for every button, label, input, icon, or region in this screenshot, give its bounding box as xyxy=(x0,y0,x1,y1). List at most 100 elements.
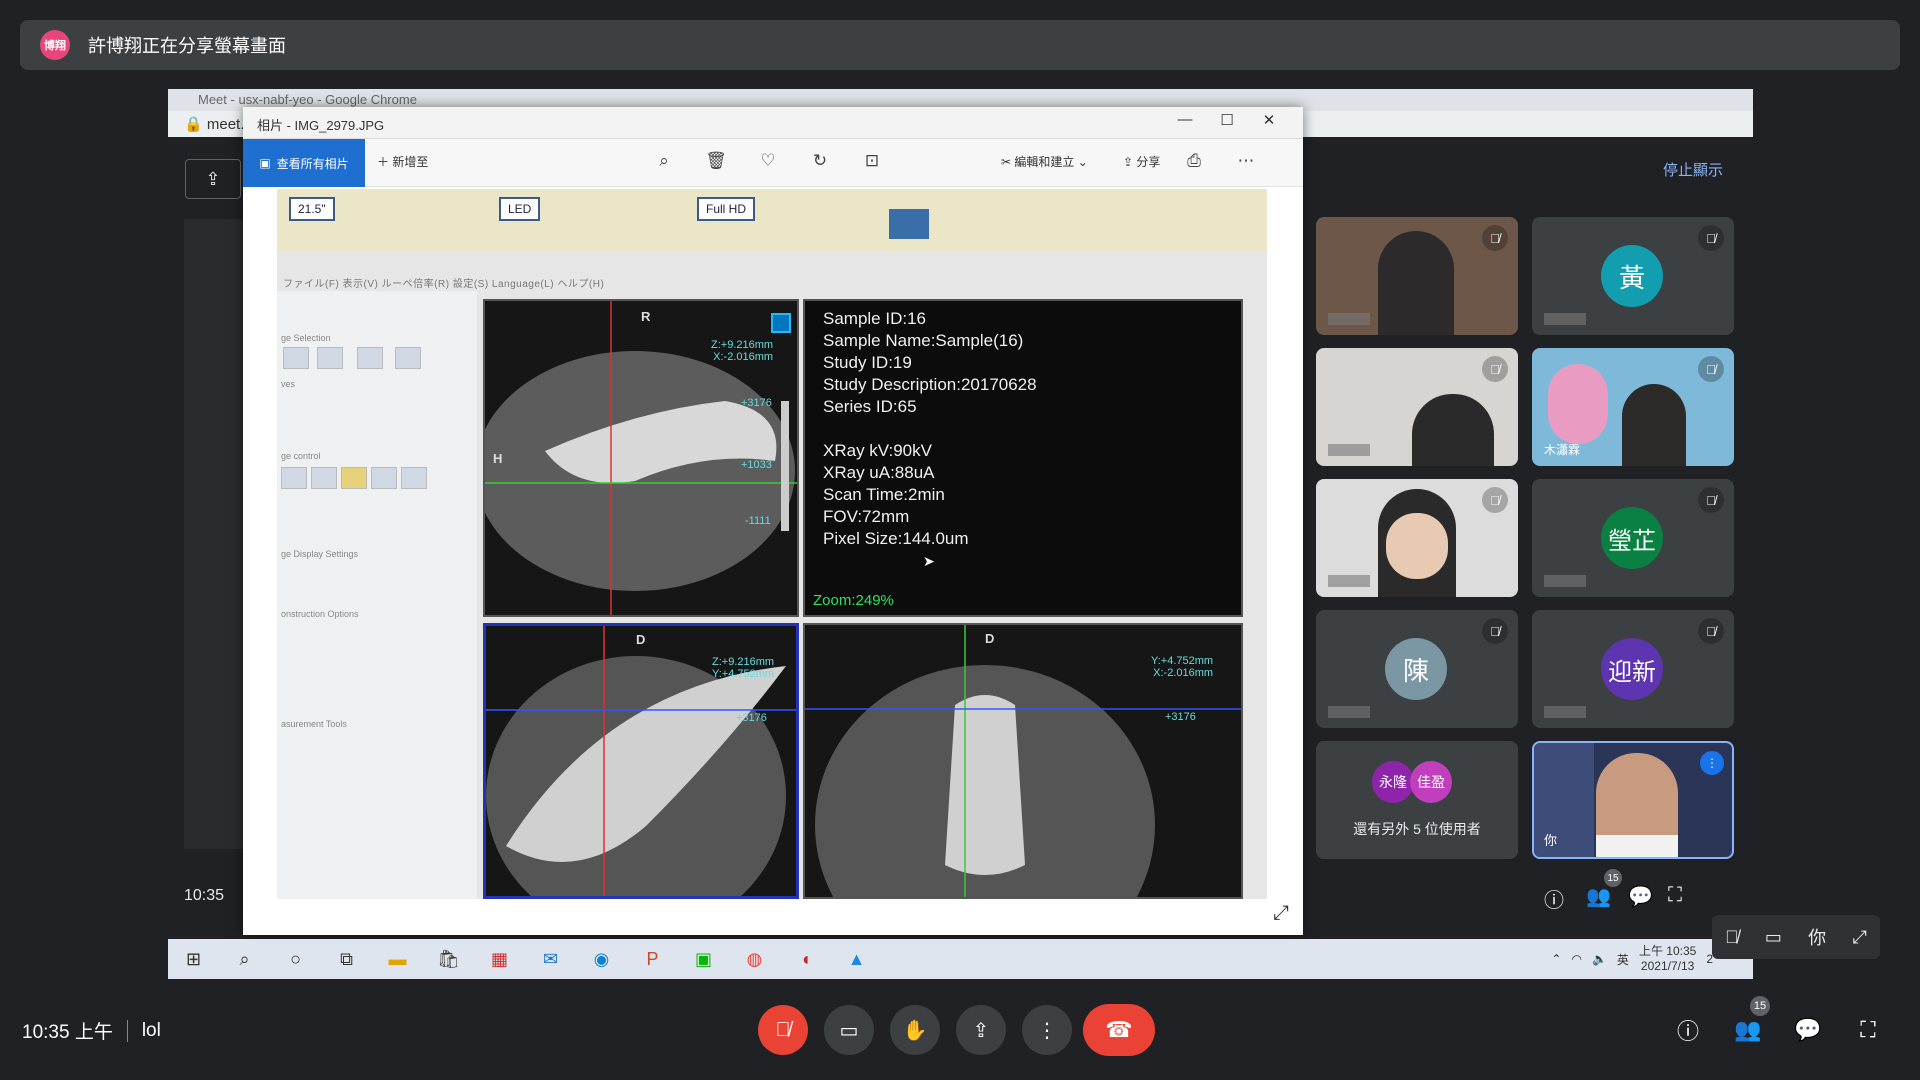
file-explorer-icon: ▬ xyxy=(388,948,407,969)
ct-side-panel: ge Selection ves ge control ge Display S… xyxy=(277,291,477,899)
people-icon: 👥 xyxy=(1586,886,1611,908)
powerpoint-icon: P xyxy=(646,948,659,969)
chevron-up-icon: ⌃ xyxy=(1551,952,1562,966)
people-button[interactable]: 👥 xyxy=(1728,1012,1768,1048)
ct-scale-value: +3176 xyxy=(736,712,767,724)
ct-orient-label: R xyxy=(641,309,651,324)
mic-off-icon: 🎙̸ xyxy=(1482,618,1508,644)
share-label: 分享 xyxy=(1136,155,1161,169)
presenter-avatar: 博翔 xyxy=(40,30,70,60)
edge-icon: ◉ xyxy=(593,948,610,969)
info-line: Pixel Size:144.0um xyxy=(823,529,969,548)
participant-tile: 🎙̸ xyxy=(1316,479,1518,597)
volume-icon: 🔈 xyxy=(1591,952,1607,966)
rotate-icon: ↻ xyxy=(812,151,828,170)
meeting-info-button[interactable]: ⓘ xyxy=(1668,1012,1708,1048)
ime-indicator: 英 xyxy=(1616,952,1629,967)
participant-face xyxy=(1386,513,1448,579)
crop-icon: ⊡ xyxy=(864,151,880,170)
info-line: XRay uA:88uA xyxy=(823,463,935,482)
side-label: ge Display Settings xyxy=(281,549,359,559)
participant-name-blurred xyxy=(1544,575,1586,587)
ct-scale-value: +3176 xyxy=(741,397,772,409)
mic-off-icon: 🎙̸ xyxy=(1482,356,1508,382)
side-label: ves xyxy=(281,379,296,389)
zoom-icon: ⌕ xyxy=(659,151,669,170)
participant-name-blurred xyxy=(1544,706,1586,718)
print-icon: ⎙ xyxy=(1187,151,1201,170)
view-all-label: 查看所有相片 xyxy=(276,156,349,171)
chat-button[interactable]: 💬 xyxy=(1788,1012,1828,1048)
windows-start-icon: ⊞ xyxy=(185,948,202,969)
edit-create-button: ✂ 編輯和建立 ⌄ xyxy=(1001,155,1088,169)
participant-tile: 🎙̸ xyxy=(1316,217,1518,335)
activities-icon: ⛶ xyxy=(1860,1017,1876,1042)
close-icon: ✕ xyxy=(1262,112,1276,129)
heart-icon: ♡ xyxy=(760,151,776,170)
participant-avatar: 佳盈 xyxy=(1410,761,1452,803)
mic-off-icon: 🎙̸ xyxy=(1698,225,1724,251)
side-label: ge Selection xyxy=(281,333,331,343)
participant-tile: 🎙̸ 木瀟霖 xyxy=(1532,348,1734,466)
ct-slice-sagittal: D Y:+4.752mm X:-2.016mm +3176 xyxy=(803,623,1243,899)
info-line: Study Description:20170628 xyxy=(823,375,1037,394)
participant-tile: 迎新 🎙̸ xyxy=(1532,610,1734,728)
store-icon: 🛍 xyxy=(437,948,460,969)
cortana-icon: ○ xyxy=(290,948,301,969)
window-icon xyxy=(371,467,397,489)
system-tray: ⌃ ◠ 🔈 英 上午 10:35 2021/7/13 2 xyxy=(1551,939,1713,979)
add-to-label: 新增至 xyxy=(392,155,429,169)
info-icon: ⓘ xyxy=(1676,1019,1699,1044)
self-shirt xyxy=(1596,835,1678,857)
participant-name-blurred xyxy=(1328,706,1370,718)
crosshair-icon xyxy=(311,467,337,489)
arrow-left-icon xyxy=(357,347,383,369)
self-view-mini-controls: 🎙̸ ▭ 你 ⤢ xyxy=(1712,915,1880,959)
raise-hand-button[interactable]: ✋ xyxy=(890,1005,940,1055)
move-icon xyxy=(281,467,307,489)
zoom-label: Zoom:249% xyxy=(813,592,894,609)
participant-tile: 🎙̸ xyxy=(1316,348,1518,466)
ct-scale-value: -1111 xyxy=(745,515,771,527)
stop-presenting-link: 停止顯示 xyxy=(1662,162,1723,179)
camera-toggle-button[interactable]: ▭ xyxy=(824,1005,874,1055)
mic-toggle-button[interactable]: 🎙̸ xyxy=(758,1005,808,1055)
ct-orient-label: H xyxy=(493,451,503,466)
mic-off-icon: 🎙̸ xyxy=(1698,618,1724,644)
mic-off-icon: 🎙̸ xyxy=(775,1018,791,1041)
activities-button[interactable]: ⛶ xyxy=(1848,1012,1888,1048)
hand-icon: ✋ xyxy=(902,1019,928,1042)
participant-name-blurred xyxy=(1544,313,1586,325)
photos-icon: ▣ xyxy=(259,156,271,170)
cursor-icon: ➤ xyxy=(923,553,935,569)
info-line: Scan Time:2min xyxy=(823,485,945,504)
ct-viewer-app: ファイル(F) 表示(V) ルーペ倍率(R) 設定(S) Language(L)… xyxy=(277,251,1267,899)
chrome-url: meet. xyxy=(206,116,245,133)
ct-coords: Z:+9.216mm Y:+4.752mm xyxy=(712,656,775,680)
monitor-logo-icon xyxy=(889,209,929,239)
leave-call-button[interactable]: ☎ xyxy=(1083,1004,1155,1056)
task-view-icon: ⧉ xyxy=(340,948,353,969)
ct-orient-label: D xyxy=(636,632,646,647)
fullscreen-icon[interactable]: ⤢ xyxy=(1852,927,1866,948)
expand-icon: ⤢ xyxy=(1273,902,1289,924)
photos-taskbar-icon: ▲ xyxy=(847,948,866,969)
mic-off-icon[interactable]: 🎙̸ xyxy=(1725,927,1739,948)
participant-background xyxy=(1548,364,1608,444)
acrobat-icon: ◖ xyxy=(800,948,811,969)
present-button[interactable]: ⇪ xyxy=(956,1005,1006,1055)
participant-tile: 黃 🎙̸ xyxy=(1532,217,1734,335)
meeting-name: lol xyxy=(141,1019,161,1041)
more-options-button[interactable]: ⋮ xyxy=(1022,1005,1072,1055)
participant-avatar: 永隆 xyxy=(1372,761,1414,803)
participant-avatar: 迎新 xyxy=(1601,638,1663,700)
presenting-banner-text: 許博翔正在分享螢幕畫面 xyxy=(88,36,286,56)
view-all-photos-button: ▣ 查看所有相片 xyxy=(243,139,365,187)
photos-app-window: 相片 - IMG_2979.JPG — ☐ ✕ ▣ 查看所有相片 ＋ 新增至 ⌕… xyxy=(243,107,1303,935)
self-name: 你 xyxy=(1544,833,1558,848)
ct-info-panel: Sample ID:16 Sample Name:Sample(16) Stud… xyxy=(803,299,1243,617)
chrome-window-title: Meet - usx-nabf-yeo - Google Chrome xyxy=(198,92,417,107)
camera-icon[interactable]: ▭ xyxy=(1765,927,1782,948)
lock-icon: 🔒 xyxy=(184,116,207,133)
city-background xyxy=(1534,743,1594,857)
